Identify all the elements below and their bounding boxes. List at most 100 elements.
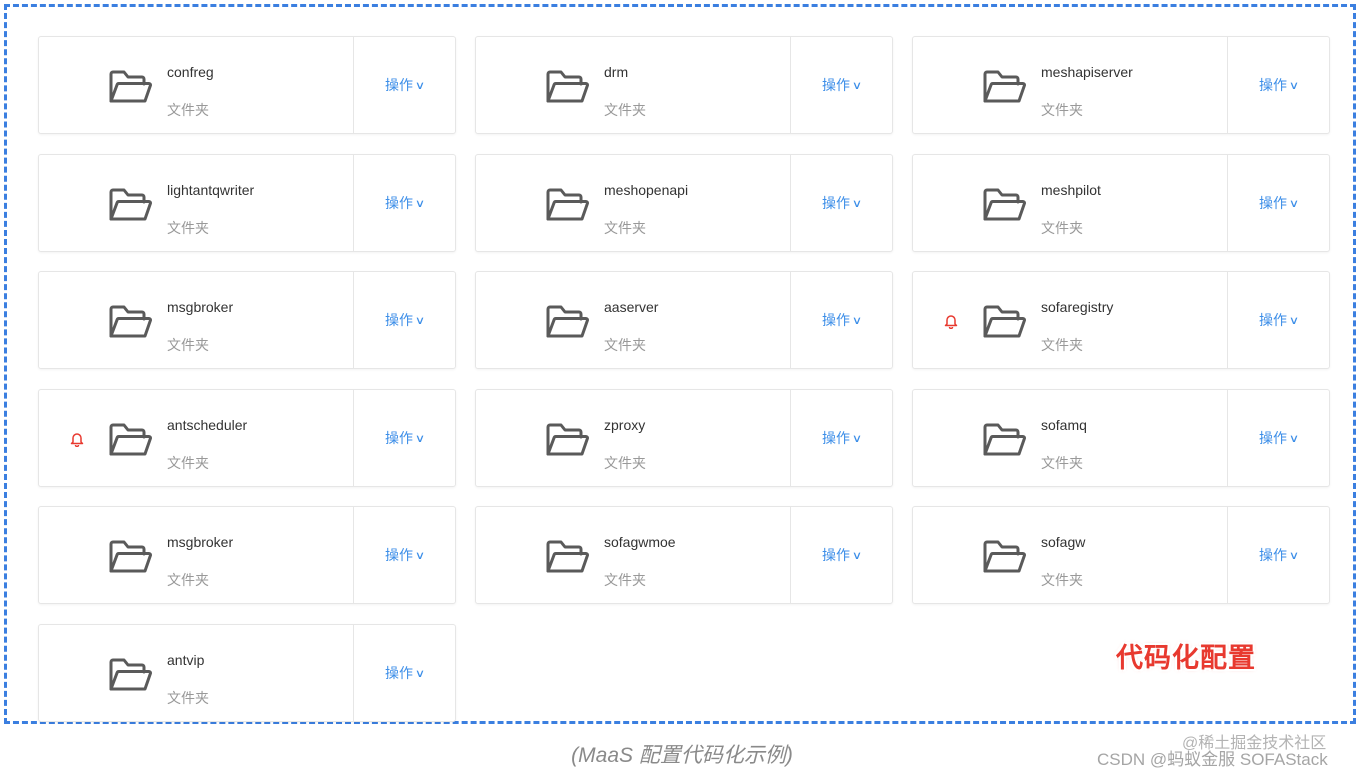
folder-type: 文件夹 [604,220,646,236]
folder-type: 文件夹 [1041,572,1083,588]
folder-name: msgbroker [167,299,234,315]
folder-card[interactable]: lightantqwriter 文件夹 操作 ∨ [38,154,456,252]
chevron-down-icon: ∨ [851,314,863,327]
folder-card[interactable]: msgbroker 文件夹 操作 ∨ [38,506,456,604]
operation-dropdown-button[interactable]: 操作 ∨ [353,390,455,486]
operation-label: 操作 [1258,77,1287,93]
operation-dropdown-button[interactable]: 操作 ∨ [1227,390,1329,486]
folder-open-icon [545,187,589,223]
folder-type: 文件夹 [167,572,209,588]
folder-type: 文件夹 [167,455,209,471]
figure-frame: confreg 文件夹 操作 ∨ drm 文件夹 操作 ∨ meshapiserver 文件夹 操作… [4,4,1356,724]
operation-label: 操作 [1258,547,1287,563]
folder-card-body[interactable]: sofagw 文件夹 [913,507,1227,603]
operation-label: 操作 [1258,195,1287,211]
folder-card-body[interactable]: meshopenapi 文件夹 [476,155,790,251]
operation-label: 操作 [384,77,413,93]
chevron-down-icon: ∨ [414,197,426,210]
operation-dropdown-button[interactable]: 操作 ∨ [790,390,892,486]
folder-card-body[interactable]: antscheduler 文件夹 [39,390,353,486]
folder-card-body[interactable]: sofamq 文件夹 [913,390,1227,486]
folder-name: sofamq [1041,417,1087,433]
folder-card[interactable]: sofamq 文件夹 操作 ∨ [912,389,1330,487]
operation-dropdown-button[interactable]: 操作 ∨ [790,155,892,251]
folder-card[interactable]: aaserver 文件夹 操作 ∨ [475,271,893,369]
operation-label: 操作 [384,665,413,681]
folder-name: lightantqwriter [167,182,255,198]
folder-card-body[interactable]: meshpilot 文件夹 [913,155,1227,251]
folder-open-icon [982,539,1026,575]
folder-card-body[interactable]: zproxy 文件夹 [476,390,790,486]
folder-card[interactable]: zproxy 文件夹 操作 ∨ [475,389,893,487]
operation-label: 操作 [821,312,850,328]
chevron-down-icon: ∨ [851,432,863,445]
operation-label: 操作 [821,77,850,93]
chevron-down-icon: ∨ [1288,314,1300,327]
folder-card-body[interactable]: lightantqwriter 文件夹 [39,155,353,251]
operation-dropdown-button[interactable]: 操作 ∨ [1227,507,1329,603]
folder-open-icon [982,304,1026,340]
folder-type: 文件夹 [1041,455,1083,471]
folder-card-body[interactable]: aaserver 文件夹 [476,272,790,368]
stamp-label: 代码化配置 [1116,643,1256,673]
operation-label: 操作 [1258,312,1287,328]
folder-open-icon [545,539,589,575]
folder-card-body[interactable]: drm 文件夹 [476,37,790,133]
operation-dropdown-button[interactable]: 操作 ∨ [790,37,892,133]
folder-card-body[interactable]: sofagwmoe 文件夹 [476,507,790,603]
folder-type: 文件夹 [1041,220,1083,236]
folder-type: 文件夹 [604,337,646,353]
folder-card[interactable]: sofagwmoe 文件夹 操作 ∨ [475,506,893,604]
chevron-down-icon: ∨ [414,432,426,445]
folder-card[interactable]: msgbroker 文件夹 操作 ∨ [38,271,456,369]
operation-dropdown-button[interactable]: 操作 ∨ [353,272,455,368]
folder-type: 文件夹 [604,455,646,471]
folder-open-icon [982,187,1026,223]
folder-type: 文件夹 [1041,337,1083,353]
folder-name: confreg [167,64,214,80]
operation-dropdown-button[interactable]: 操作 ∨ [1227,155,1329,251]
folder-card-body[interactable]: sofaregistry 文件夹 [913,272,1227,368]
folder-open-icon [545,69,589,105]
folder-card-body[interactable]: meshapiserver 文件夹 [913,37,1227,133]
folder-card[interactable]: confreg 文件夹 操作 ∨ [38,36,456,134]
folder-name: msgbroker [167,534,234,550]
folder-card-body[interactable]: msgbroker 文件夹 [39,507,353,603]
folder-type: 文件夹 [604,572,646,588]
folder-card-body[interactable]: msgbroker 文件夹 [39,272,353,368]
folder-open-icon [108,69,152,105]
folder-name: meshpilot [1041,182,1101,198]
operation-dropdown-button[interactable]: 操作 ∨ [790,272,892,368]
folder-open-icon [108,539,152,575]
operation-dropdown-button[interactable]: 操作 ∨ [353,155,455,251]
chevron-down-icon: ∨ [851,549,863,562]
chevron-down-icon: ∨ [414,79,426,92]
folder-card[interactable]: sofagw 文件夹 操作 ∨ [912,506,1330,604]
folder-type: 文件夹 [167,102,209,118]
folder-type: 文件夹 [1041,102,1083,118]
folder-card[interactable]: sofaregistry 文件夹 操作 ∨ [912,271,1330,369]
operation-label: 操作 [384,547,413,563]
operation-label: 操作 [1258,430,1287,446]
folder-open-icon [982,69,1026,105]
folder-name: meshopenapi [604,182,689,198]
folder-open-icon [108,422,152,458]
folder-card-body[interactable]: confreg 文件夹 [39,37,353,133]
folder-open-icon [108,304,152,340]
operation-dropdown-button[interactable]: 操作 ∨ [353,37,455,133]
folder-card[interactable]: antscheduler 文件夹 操作 ∨ [38,389,456,487]
operation-dropdown-button[interactable]: 操作 ∨ [790,507,892,603]
operation-dropdown-button[interactable]: 操作 ∨ [353,625,455,721]
chevron-down-icon: ∨ [1288,79,1300,92]
folder-card[interactable]: meshpilot 文件夹 操作 ∨ [912,154,1330,252]
operation-dropdown-button[interactable]: 操作 ∨ [1227,272,1329,368]
folder-card[interactable]: antvip 文件夹 操作 ∨ [38,624,456,722]
operation-dropdown-button[interactable]: 操作 ∨ [353,507,455,603]
folder-name: zproxy [604,417,646,433]
folder-card[interactable]: meshopenapi 文件夹 操作 ∨ [475,154,893,252]
folder-card[interactable]: meshapiserver 文件夹 操作 ∨ [912,36,1330,134]
operation-label: 操作 [384,312,413,328]
operation-dropdown-button[interactable]: 操作 ∨ [1227,37,1329,133]
folder-card-body[interactable]: antvip 文件夹 [39,625,353,721]
folder-card[interactable]: drm 文件夹 操作 ∨ [475,36,893,134]
